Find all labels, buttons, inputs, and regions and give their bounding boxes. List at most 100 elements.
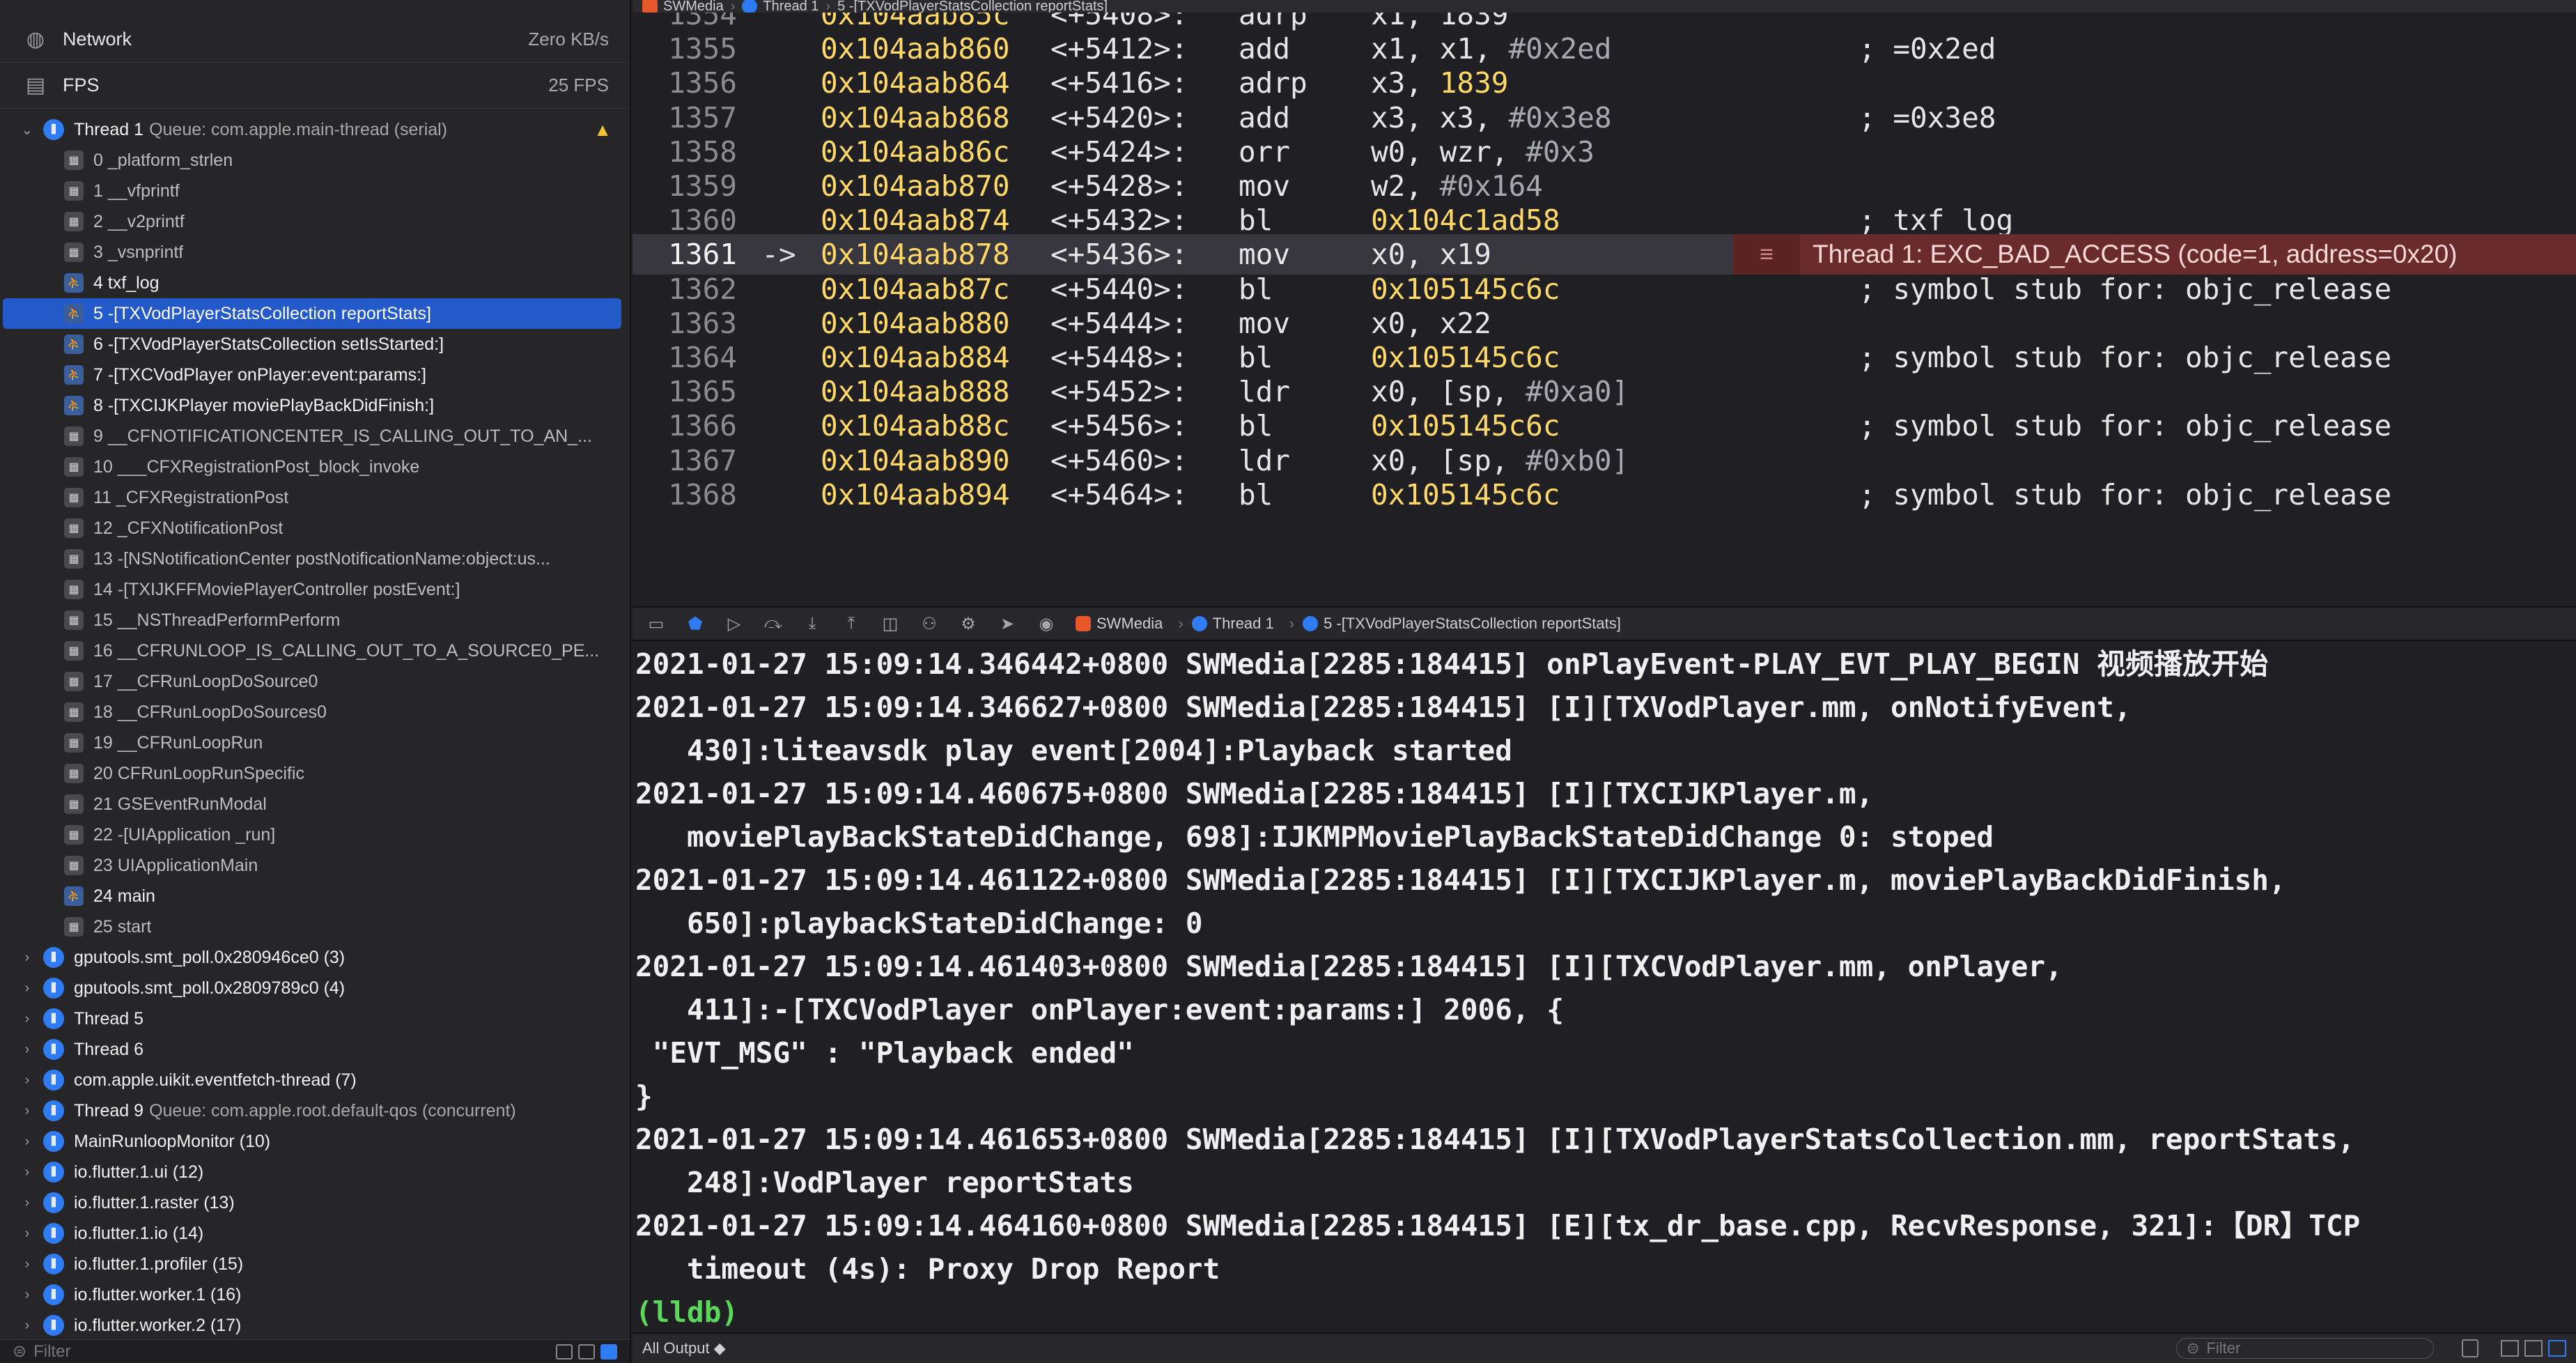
- memory-graph-icon[interactable]: ⚇: [920, 614, 939, 633]
- stack-frame-row[interactable]: ⛹ 7 -[TXCVodPlayer onPlayer:event:params:…: [0, 360, 630, 390]
- disclosure-collapsed-icon[interactable]: ›: [20, 1318, 35, 1334]
- gauge-row[interactable]: ◍ Network Zero KB/s: [0, 17, 630, 63]
- disclosure-collapsed-icon[interactable]: ›: [20, 1226, 35, 1242]
- console-output[interactable]: 2021-01-27 15:09:14.346442+0800 SWMedia[…: [633, 642, 2576, 1332]
- operand-value: #0x3e8: [1508, 100, 1612, 134]
- environment-overrides-icon[interactable]: ⚙: [959, 614, 978, 633]
- operand-value: 0x105145c6c: [1371, 272, 1560, 306]
- stack-frame-row[interactable]: ⛹ 6 -[TXVodPlayerStatsCollection setIsSta…: [0, 329, 630, 360]
- simulate-location-icon[interactable]: ➤: [998, 614, 1017, 633]
- thread-row[interactable]: › ⦀ io.flutter.1.io (14): [0, 1218, 630, 1249]
- warning-icon[interactable]: ▲: [593, 119, 612, 141]
- disclosure-collapsed-icon[interactable]: ›: [20, 1287, 35, 1303]
- thread-row-main[interactable]: ⌄ ⦀ Thread 1 Queue: com.apple.main-threa…: [0, 114, 630, 145]
- instruction-comment: ; symbol stub for: objc_release: [1859, 409, 2392, 443]
- stack-frame-row[interactable]: ▦ 19 __CFRunLoopRun: [0, 727, 630, 758]
- stack-frame-row[interactable]: ▦ 22 -[UIApplication _run]: [0, 819, 630, 850]
- stack-frame-row[interactable]: ▦ 23 UIApplicationMain: [0, 850, 630, 881]
- stack-frame-row[interactable]: ▦ 21 GSEventRunModal: [0, 789, 630, 819]
- stack-frame-row[interactable]: ▦ 17 __CFRunLoopDoSource0: [0, 666, 630, 697]
- stack-frame-row[interactable]: ⛹ 24 main: [0, 881, 630, 911]
- stack-frame-row[interactable]: ▦ 0 _platform_strlen: [0, 145, 630, 176]
- step-out-icon[interactable]: ⤒: [841, 614, 861, 633]
- disclosure-collapsed-icon[interactable]: ›: [20, 1103, 35, 1119]
- disclosure-collapsed-icon[interactable]: ›: [20, 1072, 35, 1088]
- stack-frame-row[interactable]: ▦ 16 __CFRUNLOOP_IS_CALLING_OUT_TO_A_SOUR…: [0, 636, 630, 666]
- filter-option-button-active[interactable]: [600, 1343, 617, 1360]
- stack-frame-row[interactable]: ▦ 13 -[NSNotificationCenter postNotificat…: [0, 544, 630, 574]
- view-hierarchy-icon[interactable]: ◫: [880, 614, 900, 633]
- gauge-row[interactable]: ▤ FPS 25 FPS: [0, 63, 630, 109]
- stack-frame-row[interactable]: ▦ 20 CFRunLoopRunSpecific: [0, 758, 630, 789]
- operands: x0, [sp, #0xb0]: [1371, 444, 1859, 477]
- stack-frame-row[interactable]: ▦ 18 __CFRunLoopDoSources0: [0, 697, 630, 727]
- jumpbar-thread[interactable]: Thread 1: [763, 0, 818, 13]
- console-filter-input[interactable]: ⊜ Filter: [2176, 1338, 2434, 1359]
- disclosure-collapsed-icon[interactable]: ›: [20, 1164, 35, 1180]
- disclosure-collapsed-icon[interactable]: ›: [20, 1256, 35, 1272]
- stack-frame-row[interactable]: ⛹ 8 -[TXCIJKPlayer moviePlayBackDidFinish…: [0, 390, 630, 421]
- stack-frame-row[interactable]: ▦ 15 __NSThreadPerformPerform: [0, 605, 630, 636]
- breakpoints-toggle-icon[interactable]: ⬟: [685, 614, 705, 633]
- thread-row[interactable]: › ⦀ io.flutter.1.ui (12): [0, 1157, 630, 1187]
- thread-row[interactable]: › ⦀ com.apple.uikit.eventfetch-thread (7): [0, 1065, 630, 1095]
- thread-row[interactable]: › ⦀ Thread 9 Queue: com.apple.root.default-…: [0, 1095, 630, 1126]
- stack-frame-row[interactable]: ▦ 14 -[TXIJKFFMoviePlayerController postE…: [0, 574, 630, 605]
- camera-icon[interactable]: ◉: [1037, 614, 1056, 633]
- instruction-offset: <+5456>:: [1050, 409, 1188, 443]
- layout-variables-icon[interactable]: [2501, 1340, 2519, 1357]
- step-into-icon[interactable]: ⤓: [802, 614, 822, 633]
- disclosure-collapsed-icon[interactable]: ›: [20, 1011, 35, 1027]
- disclosure-collapsed-icon[interactable]: ›: [20, 950, 35, 966]
- operand-value: 0x104c1ad58: [1371, 203, 1560, 238]
- stack-frame-row[interactable]: ⛹ 5 -[TXVodPlayerStatsCollection reportSt…: [3, 298, 621, 329]
- thread-row[interactable]: › ⦀ io.flutter.worker.1 (16): [0, 1279, 630, 1310]
- stack-frame-row[interactable]: ▦ 9 __CFNOTIFICATIONCENTER_IS_CALLING_OUT…: [0, 421, 630, 452]
- thread-row[interactable]: › ⦀ gputools.smt_poll.0x2809789c0 (4): [0, 973, 630, 1003]
- thread-row[interactable]: › ⦀ MainRunloopMonitor (10): [0, 1126, 630, 1157]
- thread-row[interactable]: › ⦀ Thread 5: [0, 1003, 630, 1034]
- thread-row[interactable]: › ⦀ io.flutter.1.raster (13): [0, 1187, 630, 1218]
- continue-icon[interactable]: ▷: [724, 614, 744, 633]
- system-frame-icon: ▦: [64, 764, 84, 783]
- thread-row[interactable]: › ⦀ io.flutter.1.profiler (15): [0, 1249, 630, 1279]
- jump-bar: SWMedia › Thread 1 › 5 -[TXVodPlayerStat…: [633, 0, 2576, 13]
- filter-option-button[interactable]: [578, 1343, 595, 1360]
- jumpbar-frame[interactable]: 5 -[TXVodPlayerStatsCollection reportSta…: [837, 0, 1108, 13]
- stack-frame-row[interactable]: ▦ 12 _CFXNotificationPost: [0, 513, 630, 544]
- navigator-filter-input[interactable]: Filter: [33, 1342, 550, 1362]
- disassembly-editor[interactable]: 1354 0x104aab85c <+5408>: adrp x1, 1839 1355 0…: [633, 13, 2576, 605]
- stack-frame-row[interactable]: ▦ 11 _CFXRegistrationPost: [0, 482, 630, 513]
- stack-frame-row[interactable]: ▦ 3 _vsnprintf: [0, 237, 630, 268]
- layout-split-icon[interactable]: [2524, 1340, 2543, 1357]
- layout-console-icon[interactable]: [2548, 1340, 2566, 1357]
- step-over-icon[interactable]: ⤼: [763, 614, 783, 633]
- user-frame-icon: ⛹: [64, 304, 84, 323]
- stack-frame-row[interactable]: ▦ 10 ___CFXRegistrationPost_block_invoke: [0, 452, 630, 482]
- stack-frame-row[interactable]: ▦ 2 __v2printf: [0, 206, 630, 237]
- stack-frame-row[interactable]: ▦ 1 __vfprintf: [0, 176, 630, 206]
- disclosure-expanded-icon[interactable]: ⌄: [20, 121, 35, 139]
- stack-frames: ▦ 0 _platform_strlen ▦ 1 __vfprintf ▦ 2 __v2p…: [0, 145, 630, 942]
- thread-row[interactable]: › ⦀ io.flutter.worker.2 (17): [0, 1310, 630, 1341]
- output-selector[interactable]: All Output ◆: [642, 1339, 2176, 1357]
- lldb-prompt[interactable]: (lldb): [635, 1291, 2576, 1332]
- disclosure-collapsed-icon[interactable]: ›: [20, 1195, 35, 1211]
- debug-crumb-thread[interactable]: Thread 1: [1191, 615, 1274, 633]
- thread-row[interactable]: › ⦀ Thread 6: [0, 1034, 630, 1065]
- instruction-comment: ; =0x2ed: [1859, 32, 1996, 66]
- jumpbar-app[interactable]: SWMedia: [663, 0, 724, 13]
- debug-crumb-frame[interactable]: 5 -[TXVodPlayerStatsCollection reportSta…: [1303, 615, 1621, 633]
- thread-row[interactable]: › ⦀ gputools.smt_poll.0x280946ce0 (3): [0, 942, 630, 973]
- filter-option-button[interactable]: [556, 1343, 573, 1360]
- stack-frame-row[interactable]: ▦ 25 start: [0, 911, 630, 942]
- disclosure-collapsed-icon[interactable]: ›: [20, 1042, 35, 1058]
- disclosure-collapsed-icon[interactable]: ›: [20, 980, 35, 996]
- stack-frame-row[interactable]: ⛹ 4 txf_log: [0, 268, 630, 298]
- disasm-line[interactable]: 1368 0x104aab894 <+5464>: bl 0x105145c6c ; sy…: [633, 475, 2576, 515]
- disclosure-collapsed-icon[interactable]: ›: [20, 1134, 35, 1150]
- debug-crumb-app[interactable]: SWMedia: [1076, 615, 1163, 633]
- hide-debug-area-icon[interactable]: ▭: [646, 614, 666, 633]
- instruction-offset: <+5424>:: [1050, 134, 1188, 169]
- trash-icon[interactable]: [2462, 1339, 2478, 1357]
